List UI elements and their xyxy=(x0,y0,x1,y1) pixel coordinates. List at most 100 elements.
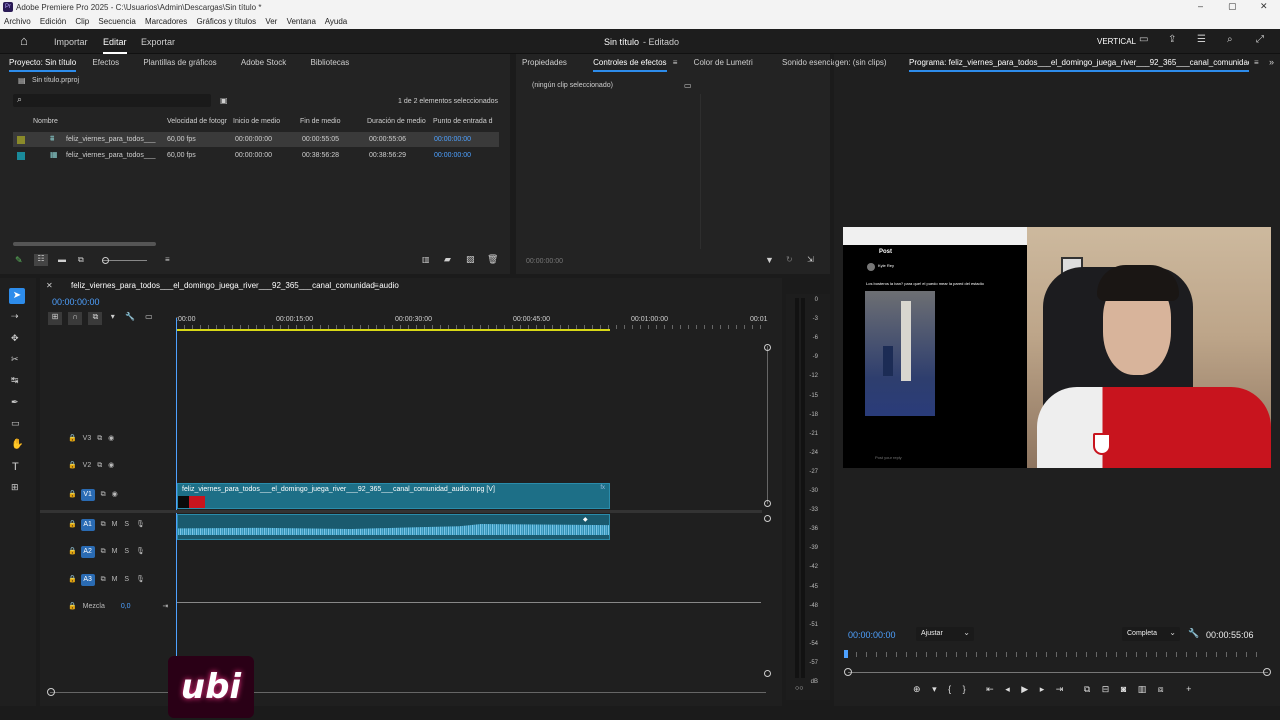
menu-graficos[interactable]: Gráficos y títulos xyxy=(197,17,257,26)
insert-icon[interactable]: ⊕ xyxy=(913,684,921,694)
settings-wrench-icon[interactable]: 🔧 xyxy=(125,312,135,321)
track-target-a2[interactable]: A2 xyxy=(80,546,95,558)
hscroll-handle-left[interactable] xyxy=(47,688,55,696)
horizontal-scrollbar[interactable] xyxy=(13,242,156,246)
track-a2[interactable]: 🔒 A2 ⧉ M S 🎙 xyxy=(68,546,176,560)
track-target-a1[interactable]: A1 xyxy=(80,519,95,531)
share-icon[interactable]: ⇪ xyxy=(1168,34,1176,45)
eye-icon[interactable]: ◉ xyxy=(108,435,114,442)
panel-menu-icon[interactable]: ≡ xyxy=(673,58,678,67)
timeline-vscroll[interactable] xyxy=(767,346,768,504)
step-forward-icon[interactable]: ▸ xyxy=(1040,684,1045,694)
pencil-icon[interactable]: ✎ xyxy=(15,255,23,266)
audio-clip[interactable]: ◆ xyxy=(177,514,610,540)
video-clip[interactable]: feliz_viernes_para_todos___el_domingo_ju… xyxy=(177,483,610,509)
ripple-edit-tool-icon[interactable]: ✥ xyxy=(11,333,19,344)
program-ruler[interactable] xyxy=(846,652,1266,657)
linked-selection-icon[interactable]: ⧉ xyxy=(88,312,103,325)
track-target-v1[interactable]: V1 xyxy=(80,489,95,501)
solo-meter-icon[interactable]: ○○ xyxy=(795,685,803,692)
close-button[interactable]: ✕ xyxy=(1260,1,1268,12)
lock-icon[interactable]: 🔒 xyxy=(68,462,77,469)
filter-icon[interactable]: ▼ xyxy=(765,255,774,265)
timeline-timecode[interactable]: 00:00:00:00 xyxy=(52,297,100,307)
lock-icon[interactable]: 🔒 xyxy=(68,576,77,583)
fullscreen-icon[interactable]: ⤢ xyxy=(1256,34,1264,45)
workspace-icon[interactable]: ▭ xyxy=(1139,34,1148,45)
track-a3[interactable]: 🔒 A3 ⧉ M S 🎙 xyxy=(68,574,176,588)
loop-icon[interactable]: ↻ xyxy=(786,255,793,264)
lift-icon[interactable]: ⧉ xyxy=(1084,684,1090,694)
lock-icon[interactable]: 🔒 xyxy=(68,548,77,555)
fit-dropdown[interactable]: Ajustar ⌄ xyxy=(916,627,974,641)
lock-icon[interactable]: 🔒 xyxy=(68,521,77,528)
mute-button[interactable]: M xyxy=(112,576,118,583)
wrench-icon[interactable]: 🔧 xyxy=(1188,628,1199,639)
col-duracion[interactable]: Duración de medio xyxy=(367,118,426,125)
play-icon[interactable]: ▶ xyxy=(1021,684,1028,694)
tab-sonido[interactable]: Sonido esencial xyxy=(782,58,838,67)
toggle-timeline-icon[interactable]: ▭ xyxy=(684,81,692,90)
home-icon[interactable]: ⌂ xyxy=(20,33,28,48)
new-bin-from-search-icon[interactable]: ▣ xyxy=(220,96,228,105)
automate-icon[interactable]: ▥ xyxy=(422,255,430,264)
menu-edicion[interactable]: Edición xyxy=(40,17,66,26)
find-icon[interactable]: ▰ xyxy=(444,254,451,265)
slip-tool-icon[interactable]: ↹ xyxy=(11,375,19,386)
menu-ver[interactable]: Ver xyxy=(265,17,277,26)
sync-lock-icon[interactable]: ⧉ xyxy=(101,521,106,528)
tab-program[interactable]: Programa: feliz_viernes_para_todos___el_… xyxy=(909,58,1249,72)
sequence-tab[interactable]: feliz_viernes_para_todos___el_domingo_ju… xyxy=(71,281,399,290)
minimize-button[interactable]: – xyxy=(1198,1,1203,11)
tab-exportar[interactable]: Exportar xyxy=(141,37,175,47)
tab-propiedades[interactable]: Propiedades xyxy=(522,58,567,67)
tab-source[interactable]: gen: (sin clips) xyxy=(835,58,887,67)
sync-lock-icon[interactable]: ⧉ xyxy=(97,435,102,442)
track-select-tool-icon[interactable]: ⇢ xyxy=(11,311,19,322)
zoom-slider[interactable] xyxy=(103,260,147,261)
razor-tool-icon[interactable]: ✂ xyxy=(11,354,19,365)
selection-tool-icon[interactable]: ➤ xyxy=(9,288,25,304)
menu-marcadores[interactable]: Marcadores xyxy=(145,17,187,26)
freeform-view-icon[interactable]: ⧉ xyxy=(78,255,84,265)
tab-controles-efectos[interactable]: Controles de efectos xyxy=(593,58,667,72)
pen-tool-icon[interactable]: ✒ xyxy=(11,397,19,408)
add-button-icon[interactable]: + xyxy=(1186,684,1191,694)
type-tool-icon[interactable]: T xyxy=(12,461,19,473)
quality-dropdown[interactable]: Completa ⌄ xyxy=(1122,627,1180,641)
video-frame[interactable]: Post Kyle Rey Los bosteros la ban? para … xyxy=(843,227,1271,468)
tab-importar[interactable]: Importar xyxy=(54,37,88,47)
eye-icon[interactable]: ◉ xyxy=(108,462,114,469)
captions-icon[interactable]: ▭ xyxy=(145,312,153,321)
timeline-hscroll[interactable] xyxy=(50,692,766,693)
extract-icon[interactable]: ⊟ xyxy=(1102,684,1110,694)
mute-button[interactable]: M xyxy=(112,548,118,555)
search-icon[interactable]: ⌕ xyxy=(1227,34,1233,45)
go-to-out-icon[interactable]: ⇥ xyxy=(1056,684,1064,694)
vscroll-handle[interactable] xyxy=(764,515,771,522)
track-divider[interactable] xyxy=(40,510,762,513)
menu-archivo[interactable]: Archivo xyxy=(4,17,31,26)
menu-secuencia[interactable]: Secuencia xyxy=(98,17,135,26)
microphone-icon[interactable]: 🎙 xyxy=(136,521,145,528)
track-mix[interactable]: 🔒 Mezcla 0,0 ⇥ xyxy=(68,602,176,616)
lock-icon[interactable]: 🔒 xyxy=(68,435,77,442)
add-marker-icon[interactable]: ▾ xyxy=(111,312,115,321)
eye-icon[interactable]: ◉ xyxy=(112,491,118,498)
vscroll-handle[interactable] xyxy=(764,670,771,677)
track-v2[interactable]: 🔒 V2 ⧉ ◉ xyxy=(68,461,176,475)
tab-proyecto[interactable]: Proyecto: Sin título xyxy=(9,58,77,72)
mark-in-icon[interactable]: { xyxy=(948,684,951,694)
sync-lock-icon[interactable]: ⧉ xyxy=(101,548,106,555)
snap-icon[interactable]: ∩ xyxy=(68,312,83,325)
solo-button[interactable]: S xyxy=(124,576,129,583)
time-ruler[interactable]: :00:00 00:00:15:00 00:00:30:00 00:00:45:… xyxy=(176,312,768,332)
tab-editar[interactable]: Editar xyxy=(103,37,127,54)
menu-lines-icon[interactable]: ☰ xyxy=(1197,34,1206,45)
panel-menu-icon[interactable]: ≡ xyxy=(374,281,379,290)
project-search-input[interactable]: ⌕ xyxy=(13,94,211,107)
tab-efectos[interactable]: Efectos xyxy=(92,58,119,67)
menu-ventana[interactable]: Ventana xyxy=(287,17,316,26)
panel-menu-icon[interactable]: ≡ xyxy=(1254,58,1259,67)
step-back-icon[interactable]: ◂ xyxy=(1005,684,1010,694)
